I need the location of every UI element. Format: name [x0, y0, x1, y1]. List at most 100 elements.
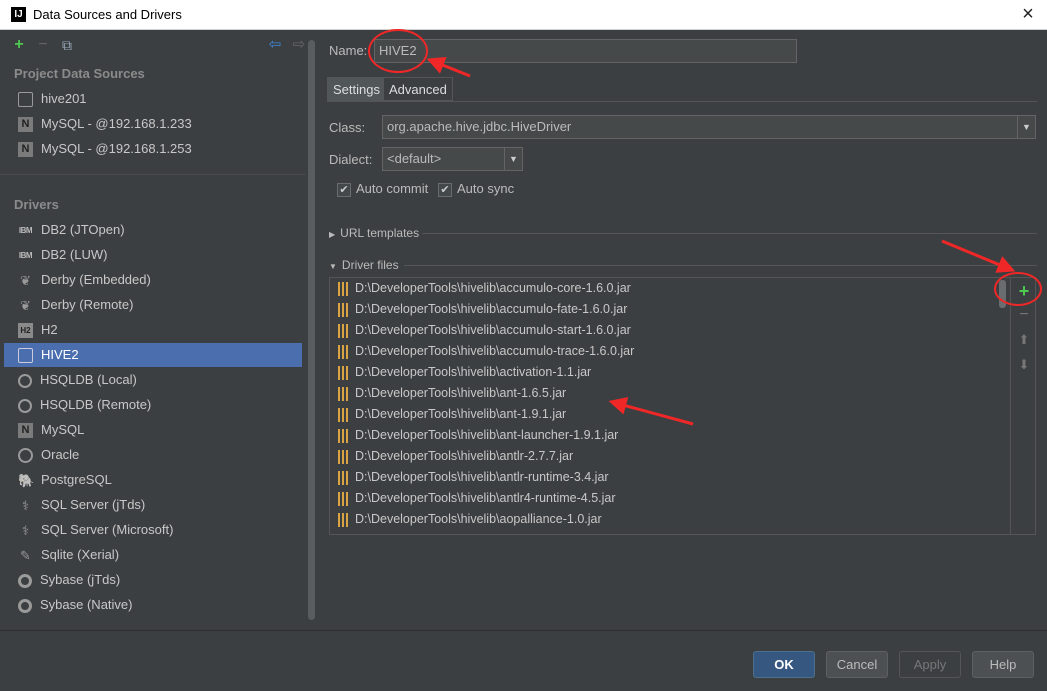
apply-button[interactable]: Apply: [899, 651, 961, 678]
auto-commit-label: Auto commit: [356, 181, 429, 196]
auto-commit-checkbox[interactable]: ✔ Auto commit: [337, 180, 428, 198]
dialog-footer: OK Cancel Apply Help: [0, 630, 1047, 691]
list-item[interactable]: D:\DeveloperTools\hivelib\ant-1.6.5.jar: [338, 383, 566, 404]
list-item[interactable]: D:\DeveloperTools\hivelib\activation-1.1…: [338, 362, 591, 383]
close-icon[interactable]: ×: [1017, 3, 1039, 25]
sidebar-item-sqlserver-microsoft[interactable]: ⚕ SQL Server (Microsoft): [4, 518, 302, 542]
sidebar-item-db2-luw[interactable]: IBM DB2 (LUW): [4, 243, 302, 267]
class-value: org.apache.hive.jdbc.HiveDriver: [387, 119, 572, 134]
sidebar-item-label: Sybase (jTds): [40, 572, 121, 587]
sidebar-item-mysql-233[interactable]: N MySQL - @192.168.1.233: [4, 112, 302, 136]
file-list-toolbar: + − ⬆ ⬇: [1010, 278, 1035, 534]
hsqldb-icon: [18, 398, 32, 413]
list-item[interactable]: D:\DeveloperTools\hivelib\antlr-runtime-…: [338, 467, 609, 488]
list-item[interactable]: D:\DeveloperTools\hivelib\accumulo-trace…: [338, 341, 634, 362]
oracle-icon: [18, 448, 33, 464]
file-list-scrollbar[interactable]: [997, 280, 1007, 532]
sidebar-scrollbar[interactable]: [306, 30, 316, 630]
list-item[interactable]: D:\DeveloperTools\hivelib\ant-1.9.1.jar: [338, 404, 566, 425]
sidebar-item-db2-jtopen[interactable]: IBM DB2 (JTOpen): [4, 218, 302, 242]
url-templates-toggle[interactable]: ▶ URL templates: [329, 226, 419, 240]
checkmark-icon: ✔: [337, 182, 351, 197]
help-button[interactable]: Help: [972, 651, 1034, 678]
sqlserver-icon: ⚕: [21, 498, 30, 514]
sidebar-item-h2[interactable]: H2 H2: [4, 318, 302, 342]
driver-files-list[interactable]: D:\DeveloperTools\hivelib\accumulo-core-…: [329, 277, 1036, 535]
remove-file-icon[interactable]: −: [1013, 304, 1035, 326]
chevron-right-icon: ▶: [329, 230, 336, 239]
sidebar-item-label: Derby (Embedded): [41, 272, 151, 287]
sidebar-item-label: Sqlite (Xerial): [41, 547, 120, 562]
list-item[interactable]: D:\DeveloperTools\hivelib\accumulo-fate-…: [338, 299, 627, 320]
ok-button[interactable]: OK: [753, 651, 815, 678]
jar-icon: [338, 512, 349, 527]
mysql-icon: N: [18, 142, 33, 158]
sidebar-item-sybase-jtds[interactable]: Sybase (jTds): [4, 568, 302, 592]
sidebar-item-label: PostgreSQL: [41, 472, 112, 487]
move-down-icon[interactable]: ⬇: [1013, 354, 1035, 376]
cancel-button[interactable]: Cancel: [826, 651, 888, 678]
divider: [0, 174, 306, 175]
sidebar-item-oracle[interactable]: Oracle: [4, 443, 302, 467]
list-item[interactable]: D:\DeveloperTools\hivelib\accumulo-core-…: [338, 278, 631, 299]
sidebar-item-sybase-native[interactable]: Sybase (Native): [4, 593, 302, 617]
sidebar-item-hive2[interactable]: HIVE2: [4, 343, 302, 367]
jar-icon: [338, 281, 349, 296]
title-bar: IJ Data Sources and Drivers ×: [0, 0, 1047, 30]
move-up-icon[interactable]: ⬆: [1013, 329, 1035, 351]
list-item[interactable]: D:\DeveloperTools\hivelib\antlr-2.7.7.ja…: [338, 446, 573, 467]
driver-files-toggle[interactable]: ▼ Driver files: [329, 258, 399, 272]
name-field[interactable]: HIVE2: [374, 39, 797, 63]
sqlserver-icon: ⚕: [21, 523, 30, 539]
tab-advanced[interactable]: Advanced: [383, 77, 453, 101]
sidebar-item-hsqldb-remote[interactable]: HSQLDB (Remote): [4, 393, 302, 417]
jar-icon: [338, 344, 349, 359]
sidebar-item-label: Derby (Remote): [41, 297, 134, 312]
sidebar-item-label: DB2 (JTOpen): [41, 222, 125, 237]
dialect-combo[interactable]: <default> ▼: [382, 147, 523, 171]
copy-icon[interactable]: ⧉: [58, 36, 76, 54]
sidebar-item-hsqldb-local[interactable]: HSQLDB (Local): [4, 368, 302, 392]
add-file-icon[interactable]: +: [1013, 280, 1035, 302]
window-title: Data Sources and Drivers: [33, 7, 182, 22]
jar-icon: [338, 470, 349, 485]
hsqldb-icon: [18, 373, 32, 388]
sidebar-item-label: MySQL - @192.168.1.253: [41, 141, 192, 156]
postgresql-icon: 🐘: [18, 473, 35, 489]
ibm-icon: IBM: [18, 226, 33, 236]
remove-icon[interactable]: −: [34, 36, 52, 54]
chevron-down-icon: ▼: [329, 262, 337, 271]
file-path: D:\DeveloperTools\hivelib\accumulo-fate-…: [355, 302, 628, 316]
sidebar-item-mysql-253[interactable]: N MySQL - @192.168.1.253: [4, 137, 302, 161]
file-path: D:\DeveloperTools\hivelib\antlr4-runtime…: [355, 491, 616, 505]
sidebar-item-hive201[interactable]: hive201: [4, 87, 302, 111]
scrollbar-thumb[interactable]: [999, 280, 1006, 308]
file-path: D:\DeveloperTools\hivelib\aopalliance-1.…: [355, 512, 602, 526]
list-item[interactable]: D:\DeveloperTools\hivelib\ant-launcher-1…: [338, 425, 618, 446]
sidebar-item-label: Sybase (Native): [40, 597, 133, 612]
sidebar-item-derby-remote[interactable]: ❦ Derby (Remote): [4, 293, 302, 317]
sqlite-icon: ✎: [20, 548, 31, 564]
list-item[interactable]: D:\DeveloperTools\hivelib\accumulo-start…: [338, 320, 631, 341]
sidebar-item-postgresql[interactable]: 🐘 PostgreSQL: [4, 468, 302, 492]
file-path: D:\DeveloperTools\hivelib\activation-1.1…: [355, 365, 592, 379]
list-item[interactable]: D:\DeveloperTools\hivelib\aopalliance-1.…: [338, 509, 602, 530]
sidebar-item-derby-embedded[interactable]: ❦ Derby (Embedded): [4, 268, 302, 292]
ibm-icon: IBM: [18, 251, 33, 261]
driver-files-label: Driver files: [341, 258, 399, 272]
sybase-icon: [18, 598, 32, 613]
scrollbar-thumb[interactable]: [308, 40, 315, 620]
list-item[interactable]: D:\DeveloperTools\hivelib\antlr4-runtime…: [338, 488, 616, 509]
derby-icon: ❦: [20, 273, 31, 289]
sidebar-item-sqlite[interactable]: ✎ Sqlite (Xerial): [4, 543, 302, 567]
sidebar-item-mysql[interactable]: N MySQL: [4, 418, 302, 442]
sidebar-item-sqlserver-jtds[interactable]: ⚕ SQL Server (jTds): [4, 493, 302, 517]
sidebar-item-label: MySQL: [41, 422, 85, 437]
tab-settings[interactable]: Settings: [327, 77, 386, 101]
class-combo[interactable]: org.apache.hive.jdbc.HiveDriver ▼: [382, 115, 1036, 139]
auto-sync-checkbox[interactable]: ✔ Auto sync: [438, 180, 514, 198]
back-arrow-icon[interactable]: ⇦: [266, 36, 284, 54]
sidebar-item-label: MySQL - @192.168.1.233: [41, 116, 192, 131]
file-path: D:\DeveloperTools\hivelib\accumulo-trace…: [355, 344, 635, 358]
add-icon[interactable]: +: [10, 36, 28, 54]
